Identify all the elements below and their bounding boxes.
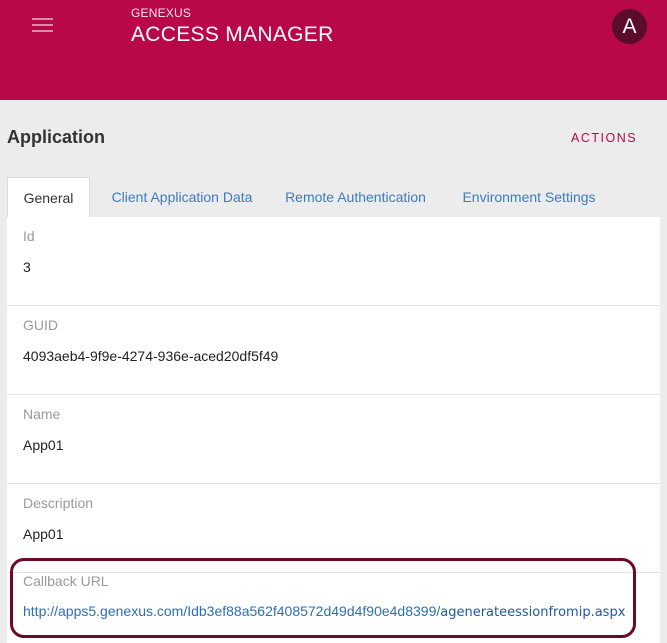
actions-button[interactable]: ACTIONS xyxy=(571,131,637,145)
tab-environment-settings[interactable]: Environment Settings xyxy=(457,177,601,218)
field-callback-url: Callback URL http://apps5.genexus.com/Id… xyxy=(7,573,660,643)
tab-general[interactable]: General xyxy=(7,177,90,218)
field-name: Name App01 xyxy=(7,395,660,484)
name-label: Name xyxy=(23,406,61,422)
menu-icon[interactable] xyxy=(30,17,56,37)
description-value: App01 xyxy=(23,526,64,542)
id-label: Id xyxy=(23,228,35,244)
callback-url-label: Callback URL xyxy=(23,573,109,589)
user-avatar[interactable]: A xyxy=(612,9,647,44)
brand-title: ACCESS MANAGER xyxy=(131,23,334,46)
top-app-bar: GENEXUS ACCESS MANAGER A xyxy=(0,0,667,100)
name-value: App01 xyxy=(23,437,64,453)
field-description: Description App01 xyxy=(7,484,660,573)
tab-bar: General Client Application Data Remote A… xyxy=(7,177,667,218)
guid-label: GUID xyxy=(23,317,58,333)
tab-client-application-data[interactable]: Client Application Data xyxy=(101,177,263,218)
callback-url-tail: agenerateessionfromip.aspx xyxy=(440,605,626,620)
callback-url-main: http://apps5.genexus.com/Idb3ef88a562f40… xyxy=(23,603,441,619)
tab-remote-authentication[interactable]: Remote Authentication xyxy=(279,177,432,218)
guid-value: 4093aeb4-9f9e-4274-936e-aced20df5f49 xyxy=(23,348,279,364)
description-label: Description xyxy=(23,495,94,511)
field-id: Id 3 xyxy=(7,217,660,306)
id-value: 3 xyxy=(23,259,31,275)
general-panel: Id 3 GUID 4093aeb4-9f9e-4274-936e-aced20… xyxy=(7,217,660,643)
field-guid: GUID 4093aeb4-9f9e-4274-936e-aced20df5f4… xyxy=(7,306,660,395)
callback-url-link[interactable]: http://apps5.genexus.com/Idb3ef88a562f40… xyxy=(23,603,625,620)
page-title: Application xyxy=(7,127,105,147)
brand-subtitle: GENEXUS xyxy=(131,6,192,20)
